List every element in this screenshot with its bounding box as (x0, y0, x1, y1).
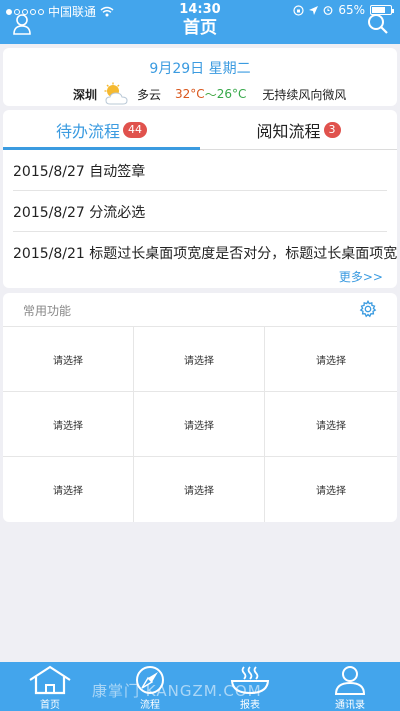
function-cell[interactable]: 请选择 (134, 392, 265, 457)
more-link[interactable]: 更多>> (339, 268, 383, 285)
tab-read-workflow[interactable]: 阅知流程 3 (200, 110, 397, 150)
tab-read-label: 阅知流程 (256, 122, 321, 141)
task-list-item[interactable]: 2015/8/27 自动签章 (13, 151, 387, 191)
function-cell[interactable]: 请选择 (3, 327, 134, 392)
tab-pending-label: 待办流程 (55, 122, 120, 141)
function-cell[interactable]: 请选择 (134, 457, 265, 522)
bottom-tab-contacts[interactable]: 通讯录 (300, 662, 400, 711)
workflow-tabs: 待办流程 44 阅知流程 3 (3, 110, 397, 150)
active-tab-indicator (3, 147, 200, 150)
tab-pending-workflow[interactable]: 待办流程 44 (3, 110, 200, 150)
weather-condition: 多云 (137, 87, 162, 102)
pending-count-badge: 44 (123, 122, 147, 138)
weather-row: 深圳 多云 32°C ～ 26°C 无持续风向微风 (73, 82, 346, 106)
task-list-item[interactable]: 2015/8/21 标题过长桌面项宽度是否对分，标题过长桌面项宽度是否对分 (13, 233, 397, 273)
function-cell[interactable]: 请选择 (134, 327, 265, 392)
temp-low: 26°C (216, 87, 247, 101)
temp-separator: ～ (204, 87, 217, 102)
partly-cloudy-icon (104, 82, 128, 105)
bottom-tab-home-label: 首页 (40, 700, 60, 711)
common-functions-card: 常用功能 请选择 请选择 请选择 请选择 请选择 请选择 请选择 请选择 请选择 (3, 293, 397, 522)
read-count-badge: 3 (323, 122, 341, 138)
home-icon (29, 665, 71, 695)
top-bar: 中国联通 14:30 65% 首页 (0, 0, 400, 44)
function-cell[interactable]: 请选择 (3, 392, 134, 457)
gear-icon[interactable] (359, 300, 377, 318)
function-cell[interactable]: 请选择 (265, 457, 397, 522)
temp-high: 32°C (175, 87, 205, 101)
weather-city: 深圳 (73, 87, 98, 102)
task-list-item[interactable]: 2015/8/27 分流必选 (13, 192, 387, 232)
weather-date: 9月29日 星期二 (149, 61, 251, 77)
function-cell[interactable]: 请选择 (265, 392, 397, 457)
function-grid: 请选择 请选择 请选择 请选择 请选择 请选择 请选择 请选择 请选择 (3, 326, 397, 522)
search-icon[interactable] (366, 12, 390, 36)
watermark: 康掌门 KANGZM.COM (92, 682, 262, 700)
function-cell[interactable]: 请选择 (265, 327, 397, 392)
contacts-icon (334, 666, 366, 695)
page-title: 首页 (183, 18, 217, 38)
weather-card: 9月29日 星期二 深圳 多云 32°C ～ 26°C 无持续风向微风 (3, 48, 397, 106)
weather-wind: 无持续风向微风 (262, 87, 347, 102)
function-cell[interactable]: 请选择 (3, 457, 134, 522)
bottom-tab-contacts-label: 通讯录 (335, 700, 365, 711)
functions-title: 常用功能 (23, 304, 72, 318)
bottom-tab-home[interactable]: 首页 (0, 662, 100, 711)
workflow-card: 待办流程 44 阅知流程 3 2015/8/27 自动签章 2015/8/27 … (3, 110, 397, 288)
